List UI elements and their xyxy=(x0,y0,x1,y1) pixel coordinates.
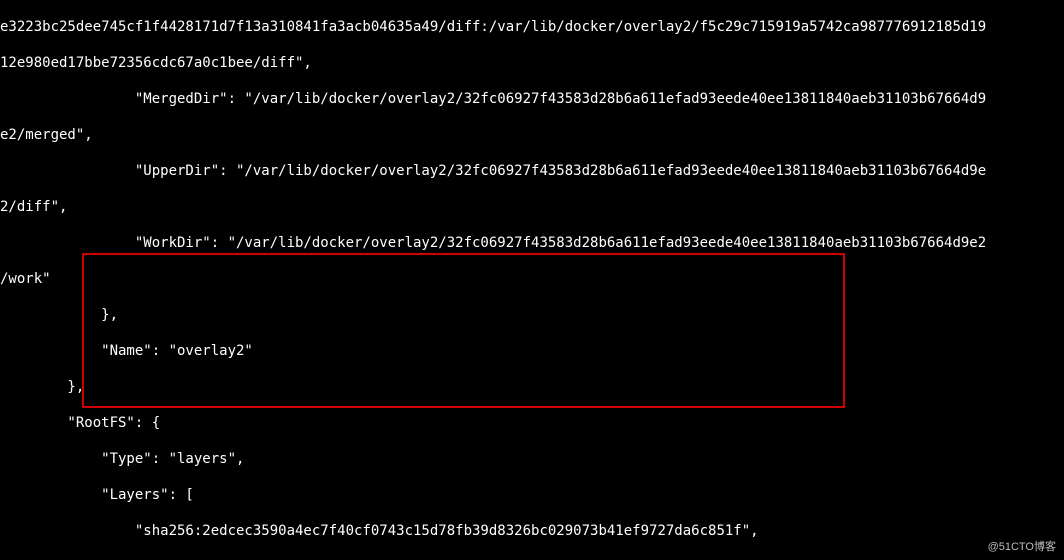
output-line: /work" xyxy=(0,270,1064,288)
output-line: e2/merged", xyxy=(0,126,1064,144)
terminal-output[interactable]: e3223bc25dee745cf1f4428171d7f13a310841fa… xyxy=(0,0,1064,560)
output-line: }, xyxy=(0,378,1064,396)
output-line: "WorkDir": "/var/lib/docker/overlay2/32f… xyxy=(0,234,1064,252)
output-line: "RootFS": { xyxy=(0,414,1064,432)
output-line: "UpperDir": "/var/lib/docker/overlay2/32… xyxy=(0,162,1064,180)
output-line: }, xyxy=(0,306,1064,324)
output-line: "Name": "overlay2" xyxy=(0,342,1064,360)
watermark-text: @51CTO博客 xyxy=(988,538,1056,556)
output-line: 2/diff", xyxy=(0,198,1064,216)
output-line: "sha256:2edcec3590a4ec7f40cf0743c15d78fb… xyxy=(0,522,1064,540)
output-line: 12e980ed17bbe72356cdc67a0c1bee/diff", xyxy=(0,54,1064,72)
output-line: e3223bc25dee745cf1f4428171d7f13a310841fa… xyxy=(0,18,1064,36)
output-line: "Layers": [ xyxy=(0,486,1064,504)
output-line: "Type": "layers", xyxy=(0,450,1064,468)
output-line: "MergedDir": "/var/lib/docker/overlay2/3… xyxy=(0,90,1064,108)
